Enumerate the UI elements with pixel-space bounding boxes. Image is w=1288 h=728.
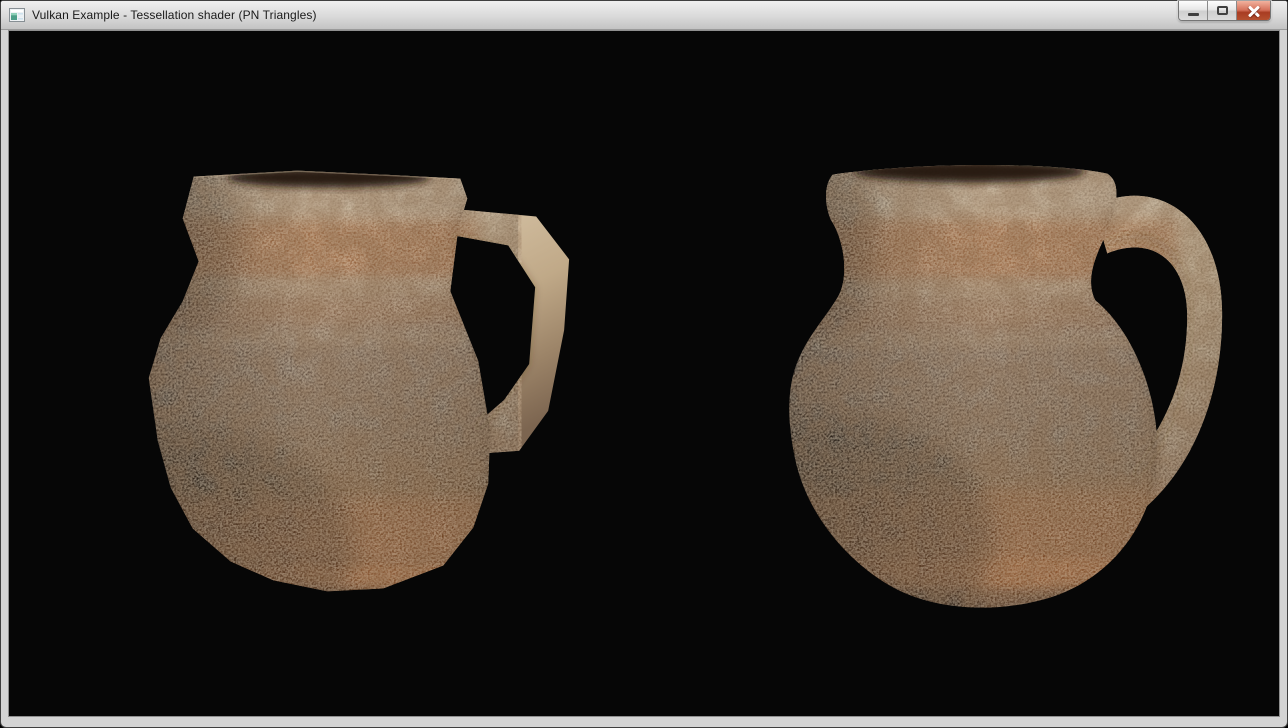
- minimize-dash-icon: [1188, 13, 1199, 16]
- window-controls: [1178, 1, 1271, 21]
- jug-left-blotch-texture: [137, 159, 521, 613]
- window-title: Vulkan Example - Tessellation shader (PN…: [32, 1, 317, 30]
- minimize-button[interactable]: [1179, 1, 1208, 20]
- maximize-square-icon: [1217, 6, 1228, 15]
- title-bar[interactable]: Vulkan Example - Tessellation shader (PN…: [1, 1, 1287, 30]
- render-viewport[interactable]: [8, 30, 1280, 717]
- app-icon: [9, 7, 25, 23]
- jug-left-rim-opening: [227, 168, 431, 188]
- jug-left-faceted: [24, 151, 569, 669]
- close-x-icon: [1247, 5, 1261, 17]
- close-button[interactable]: [1237, 1, 1270, 20]
- jug-right-blotch-texture: [776, 153, 1235, 622]
- app-window: Vulkan Example - Tessellation shader (PN…: [0, 0, 1288, 728]
- jug-right-smooth: [685, 151, 1235, 666]
- jug-right-rim-opening: [854, 161, 1086, 183]
- vulkan-3d-scene: [9, 31, 1279, 716]
- maximize-button[interactable]: [1208, 1, 1237, 20]
